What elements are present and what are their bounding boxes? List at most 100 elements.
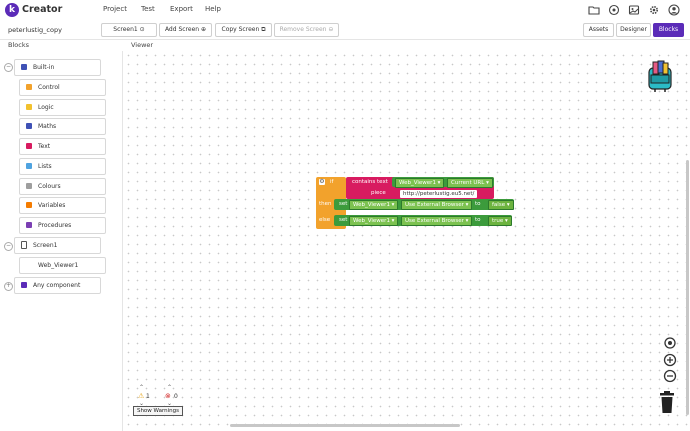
- property-dropdown[interactable]: Use External Browser ▾: [401, 216, 473, 226]
- top-bar: k Creator Project Test Export Help: [0, 0, 690, 21]
- builtin-label: Built-in: [33, 64, 55, 71]
- property-name: Use External Browser: [405, 202, 464, 208]
- component-dropdown[interactable]: Web_Viewer1 ▾: [395, 178, 445, 188]
- drawer-label: Colours: [38, 183, 61, 190]
- zoom-out-icon[interactable]: [663, 369, 677, 383]
- logic-icon: [26, 104, 32, 110]
- add-screen-button[interactable]: Add Screen ⊕: [159, 23, 212, 37]
- drawer-maths[interactable]: Maths: [19, 118, 106, 135]
- variables-icon: [26, 202, 32, 208]
- blocks-panel-title: Blocks: [8, 41, 29, 49]
- component-name: Web_Viewer1: [399, 180, 436, 186]
- expand-any-component-icon[interactable]: +: [4, 282, 13, 291]
- screen-component[interactable]: Screen1: [14, 237, 101, 254]
- zoom-in-icon[interactable]: [663, 353, 677, 367]
- grid-icon: [21, 64, 27, 70]
- drawer-label: Procedures: [38, 222, 72, 229]
- drawer-label: Logic: [38, 104, 54, 111]
- property-name: Current URL: [451, 180, 485, 186]
- drawer-logic[interactable]: Logic: [19, 99, 106, 116]
- remove-screen-button[interactable]: Remove Screen ⊖: [274, 23, 339, 37]
- drawer-label: Lists: [38, 163, 52, 170]
- copy-icon: ⧉: [261, 26, 266, 33]
- lists-icon: [26, 163, 32, 169]
- property-dropdown[interactable]: Use External Browser ▾: [401, 200, 473, 210]
- any-component-label: Any component: [33, 282, 81, 289]
- text-icon: [26, 143, 32, 149]
- drawer-lists[interactable]: Lists: [19, 158, 106, 175]
- drawer-label: Control: [38, 84, 60, 91]
- menu-test[interactable]: Test: [141, 5, 155, 13]
- sparkle-icon: [21, 282, 27, 288]
- horizontal-scrollbar[interactable]: [230, 424, 460, 427]
- minus-circle-icon: ⊖: [328, 26, 334, 33]
- backpack-icon[interactable]: [645, 59, 675, 93]
- to-keyword: to: [475, 201, 481, 207]
- procedures-icon: [26, 222, 32, 228]
- drawer-procedures[interactable]: Procedures: [19, 217, 106, 234]
- piece-label: piece: [371, 190, 386, 196]
- drawer-variables[interactable]: Variables: [19, 197, 106, 214]
- builtin-category[interactable]: Built-in: [14, 59, 101, 76]
- to-keyword: to: [475, 217, 481, 223]
- recenter-icon[interactable]: [663, 336, 677, 350]
- vertical-scrollbar[interactable]: [686, 160, 689, 415]
- designer-button[interactable]: Designer: [616, 23, 651, 37]
- menu-help[interactable]: Help: [205, 5, 221, 13]
- screen-select[interactable]: Screen1 ⊙: [101, 23, 157, 37]
- then-keyword: then: [319, 201, 332, 207]
- mutator-gear-icon[interactable]: ⚙: [319, 179, 325, 185]
- boolean-value: false: [492, 202, 506, 208]
- drawer-colours[interactable]: Colours: [19, 178, 106, 195]
- app-logo: k: [5, 3, 19, 17]
- web-viewer-component[interactable]: Web_Viewer1: [19, 257, 106, 274]
- app-brand: Creator: [22, 4, 63, 15]
- drawer-label: Text: [38, 143, 51, 150]
- property-name: Use External Browser: [405, 218, 464, 224]
- menu-project[interactable]: Project: [103, 5, 127, 13]
- drawer-text[interactable]: Text: [19, 138, 106, 155]
- assets-button[interactable]: Assets: [583, 23, 614, 37]
- boolean-dropdown[interactable]: true ▾: [488, 216, 512, 226]
- error-up-arrow-icon[interactable]: ⌃: [167, 384, 172, 391]
- url-text[interactable]: http://peterlustig.eu5.net/: [400, 190, 478, 198]
- copy-screen-button[interactable]: Copy Screen ⧉: [215, 23, 272, 37]
- drawer-label: Maths: [38, 123, 57, 130]
- warning-up-arrow-icon[interactable]: ⌃: [139, 384, 144, 391]
- collapse-screen-icon[interactable]: −: [4, 242, 13, 251]
- trash-icon[interactable]: [658, 390, 676, 414]
- collapse-builtin-icon[interactable]: −: [4, 63, 13, 72]
- account-icon[interactable]: [668, 4, 680, 16]
- phone-icon: [21, 241, 27, 249]
- drawer-control[interactable]: Control: [19, 79, 106, 96]
- settings-icon[interactable]: [648, 4, 660, 16]
- show-warnings-button[interactable]: Show Warnings: [133, 406, 183, 416]
- blocks-button[interactable]: Blocks: [653, 23, 684, 37]
- copy-screen-label: Copy Screen: [221, 26, 260, 33]
- companion-icon[interactable]: [608, 4, 620, 16]
- error-icon: ⊗: [165, 392, 171, 400]
- component-dropdown[interactable]: Web_Viewer1 ▾: [349, 200, 399, 210]
- screen-label: Screen1: [33, 242, 58, 249]
- menu-export[interactable]: Export: [170, 5, 193, 13]
- warning-count: 1: [146, 393, 150, 400]
- maths-icon: [26, 123, 32, 129]
- viewer-panel-title: Viewer: [131, 41, 154, 49]
- project-toolbar: peterlustig_copy Screen1 ⊙ Add Screen ⊕ …: [0, 20, 690, 40]
- warning-icon: ⚠: [138, 392, 145, 400]
- else-keyword: else: [319, 217, 331, 223]
- colours-icon: [26, 183, 32, 189]
- blocks-panel: − Built-in Control Logic Maths Text List…: [0, 51, 123, 431]
- blocks-workspace[interactable]: ⚙ if then else contains text Web_Viewer1…: [124, 51, 690, 431]
- component-dropdown[interactable]: Web_Viewer1 ▾: [349, 216, 399, 226]
- folder-icon[interactable]: [588, 4, 600, 16]
- remove-screen-label: Remove Screen: [279, 26, 327, 33]
- boolean-dropdown[interactable]: false ▾: [488, 200, 514, 210]
- error-count: 0: [174, 393, 178, 400]
- property-dropdown[interactable]: Current URL ▾: [447, 178, 493, 188]
- component-name: Web_Viewer1: [353, 202, 390, 208]
- gallery-icon[interactable]: [628, 4, 640, 16]
- boolean-value: true: [492, 218, 504, 224]
- any-component[interactable]: Any component: [14, 277, 101, 294]
- chevron-down-icon: ⊙: [139, 26, 145, 33]
